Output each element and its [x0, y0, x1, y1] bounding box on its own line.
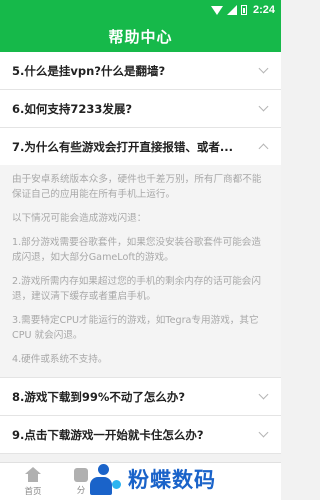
- faq-question: 7.为什么有些游戏会打开直接报错、或者...: [12, 139, 233, 154]
- watermark: 粉蝶数码: [88, 458, 216, 500]
- chevron-down-icon: [258, 63, 269, 74]
- answer-paragraph: 2.游戏所需内存如果超过您的手机的剩余内存的话可能会闪退，建议清下缓存或者重启手…: [12, 276, 261, 302]
- watermark-text: 粉蝶数码: [128, 468, 216, 492]
- faq-question-row[interactable]: 6.如何支持7233发展?: [0, 90, 281, 127]
- nav-item-home[interactable]: 首页: [8, 463, 58, 500]
- signal-icon: [226, 5, 237, 15]
- category-icon: [74, 468, 88, 482]
- fendie-logo: [88, 462, 122, 496]
- faq-item[interactable]: 9.点击下载游戏一开始就卡住怎么办?: [0, 416, 281, 454]
- faq-question-row[interactable]: 7.为什么有些游戏会打开直接报错、或者...: [0, 128, 281, 165]
- answer-paragraph: 4.硬件或系统不支持。: [12, 354, 108, 365]
- chevron-down-icon: [258, 427, 269, 438]
- faq-item[interactable]: 6.如何支持7233发展?: [0, 90, 281, 128]
- faq-question: 5.什么是挂vpn?什么是翻墙?: [12, 63, 166, 78]
- faq-question: 9.点击下载游戏一开始就卡住怎么办?: [12, 427, 204, 442]
- status-bar: 2:24: [0, 0, 281, 20]
- answer-paragraph: 1.部分游戏需要谷歌套件，如果您没安装谷歌套件可能会造成闪退，如大部分GameL…: [12, 237, 261, 263]
- faq-list: 5.什么是挂vpn?什么是翻墙? 6.如何支持7233发展? 7.为什么有些游戏…: [0, 52, 281, 454]
- faq-question: 8.游戏下载到99%不动了怎么办?: [12, 389, 186, 404]
- faq-answer: 由于安卓系统版本众多，硬件也千差万别，所有厂商都不能保证自己的应用能在所有手机上…: [0, 165, 281, 377]
- chevron-down-icon: [258, 389, 269, 400]
- wifi-icon: [210, 5, 223, 15]
- nav-label: 首页: [24, 487, 42, 497]
- chevron-down-icon: [258, 101, 269, 112]
- faq-item[interactable]: 8.游戏下载到99%不动了怎么办?: [0, 378, 281, 416]
- faq-item-expanded[interactable]: 7.为什么有些游戏会打开直接报错、或者... 由于安卓系统版本众多，硬件也千差万…: [0, 128, 281, 378]
- faq-question-row[interactable]: 9.点击下载游戏一开始就卡住怎么办?: [0, 416, 281, 453]
- answer-paragraph: 由于安卓系统版本众多，硬件也千差万别，所有厂商都不能保证自己的应用能在所有手机上…: [12, 174, 262, 200]
- faq-question: 6.如何支持7233发展?: [12, 101, 133, 116]
- chevron-up-icon: [258, 143, 269, 153]
- home-icon: [25, 467, 41, 483]
- faq-question-row[interactable]: 8.游戏下载到99%不动了怎么办?: [0, 378, 281, 415]
- status-icons: 2:24: [210, 0, 275, 20]
- answer-paragraph: 以下情况可能会造成游戏闪退：: [12, 213, 147, 224]
- battery-icon: [240, 5, 247, 15]
- answer-paragraph: 3.需要特定CPU才能运行的游戏，如Tegra专用游戏，其它CPU 就会闪退。: [12, 315, 259, 341]
- page-title: 帮助中心: [108, 27, 173, 46]
- status-time: 2:24: [252, 4, 275, 16]
- faq-question-row[interactable]: 5.什么是挂vpn?什么是翻墙?: [0, 52, 281, 89]
- faq-item[interactable]: 5.什么是挂vpn?什么是翻墙?: [0, 52, 281, 90]
- app-header: 帮助中心: [0, 20, 281, 52]
